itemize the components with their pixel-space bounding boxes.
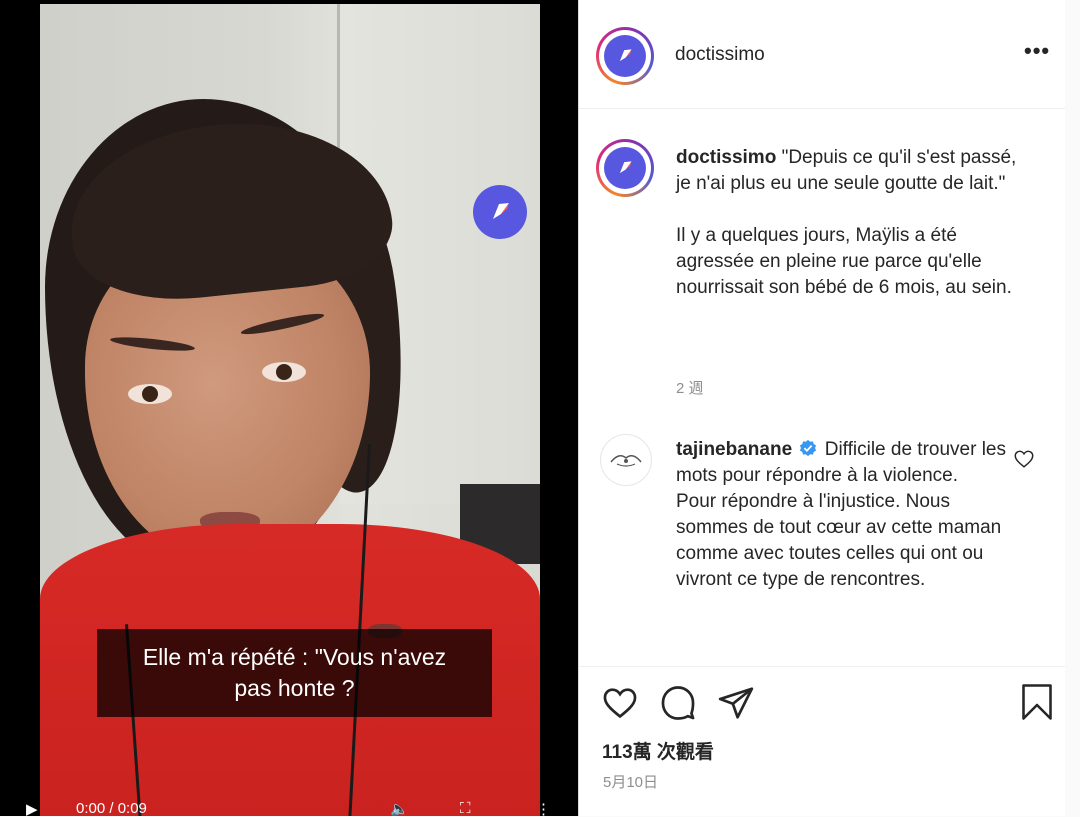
play-icon[interactable]: ▶ — [26, 800, 38, 816]
heart-icon[interactable] — [601, 684, 639, 722]
heart-icon[interactable] — [1013, 448, 1035, 470]
share-icon[interactable] — [717, 684, 755, 722]
logo-icon — [604, 35, 646, 77]
comment-text-line2: Pour répondre à l'injustice. Nous sommes… — [676, 491, 1002, 590]
options-icon[interactable]: ⋮ — [536, 800, 551, 816]
caption-timestamp[interactable]: 2 週 — [676, 377, 704, 398]
commenter-avatar-icon — [610, 455, 642, 467]
logo-icon-mark — [619, 49, 632, 62]
post-date[interactable]: 5月10日 — [603, 771, 658, 792]
volume-icon[interactable]: 🔈 — [390, 800, 409, 816]
verified-icon — [800, 439, 817, 457]
avatar[interactable] — [600, 434, 652, 486]
post-header: doctissimo ••• — [579, 0, 1065, 109]
comment-username[interactable]: tajinebanane — [676, 439, 792, 460]
bookmark-icon[interactable] — [1019, 682, 1055, 722]
avatar[interactable] — [596, 27, 654, 85]
video-controls[interactable]: ▶ 0:00 / 0:09 🔈 ⛶ ⋮ — [20, 796, 560, 816]
subtitle-line: Elle m'a répété : "Vous n'avez — [142, 644, 447, 670]
logo-icon — [604, 147, 646, 189]
comment: tajinebanane Difficile de trouver les mo… — [676, 437, 1006, 593]
post-actions: 113萬 次觀看 5月10日 — [579, 666, 1065, 817]
logo-icon — [473, 185, 527, 239]
more-icon[interactable]: ••• — [1024, 38, 1050, 64]
post-panel: doctissimo ••• doctissimo "Depuis ce qu'… — [578, 0, 1065, 816]
caption-username[interactable]: doctissimo — [676, 147, 776, 168]
video-frame[interactable]: Elle m'a répété : "Vous n'avez pas honte… — [40, 4, 540, 816]
header-username[interactable]: doctissimo — [675, 44, 765, 66]
video-subtitle: Elle m'a répété : "Vous n'avez pas honte… — [97, 629, 492, 717]
avatar[interactable] — [596, 139, 654, 197]
subtitle-line: pas honte ? — [234, 675, 355, 701]
avatar-border — [599, 30, 651, 82]
video-time: 0:00 / 0:09 — [76, 800, 147, 816]
caption-body: Il y a quelques jours, Maÿlis a été agre… — [676, 225, 1012, 298]
logo-icon-mark — [619, 161, 632, 174]
fullscreen-icon[interactable]: ⛶ — [460, 800, 471, 816]
person-eye-right — [262, 362, 306, 382]
post-caption: doctissimo "Depuis ce qu'il s'est passé,… — [676, 145, 1036, 301]
video-player[interactable]: Elle m'a répété : "Vous n'avez pas honte… — [0, 0, 578, 816]
avatar-border — [599, 142, 651, 194]
person-eye-left — [128, 384, 172, 404]
logo-icon-mark — [493, 203, 509, 219]
views-count[interactable]: 113萬 次觀看 — [602, 737, 714, 764]
comment-icon[interactable] — [659, 684, 697, 722]
comments-area[interactable]: doctissimo "Depuis ce qu'il s'est passé,… — [579, 109, 1065, 666]
